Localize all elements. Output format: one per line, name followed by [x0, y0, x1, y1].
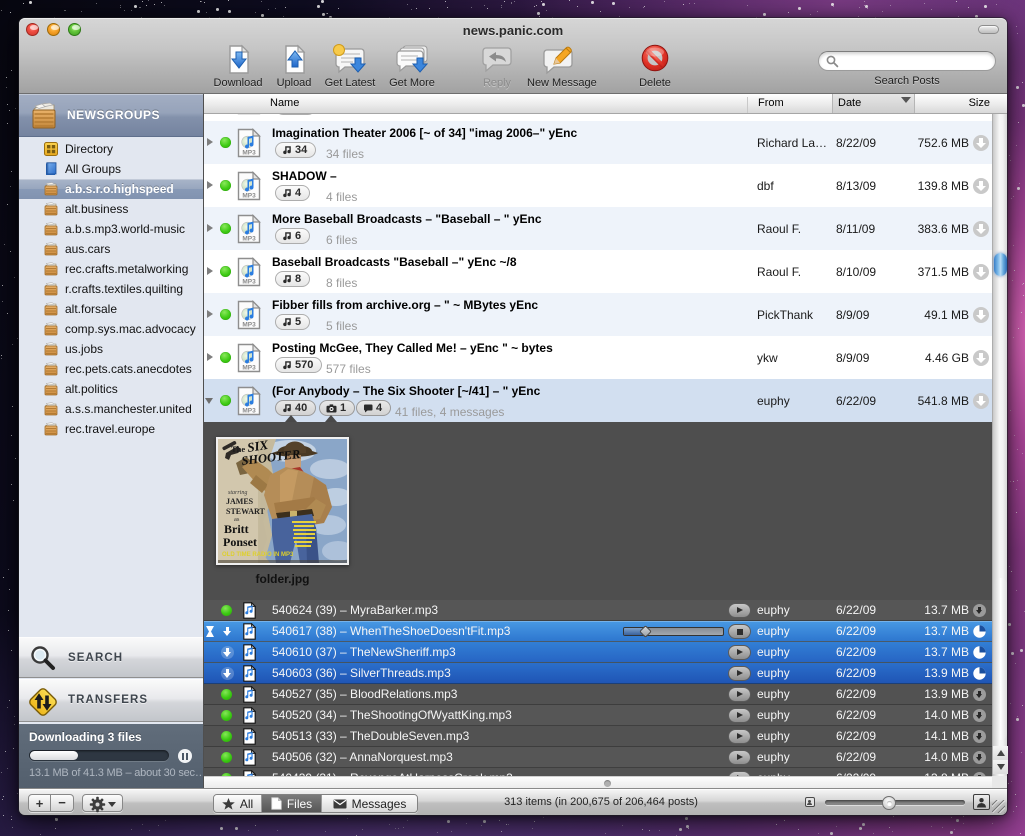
svg-text:The: The — [231, 444, 245, 454]
svg-text:STEWART: STEWART — [226, 507, 266, 516]
svg-text:MP3: MP3 — [242, 408, 256, 415]
svg-text:MP3: MP3 — [242, 150, 256, 157]
svg-text:OLD TIME RADIO IN MP3: OLD TIME RADIO IN MP3 — [222, 552, 294, 558]
svg-text:MP3: MP3 — [242, 322, 256, 329]
svg-text:starring: starring — [228, 490, 247, 496]
svg-text:Britt: Britt — [224, 522, 249, 536]
svg-text:MP3: MP3 — [242, 193, 256, 200]
svg-text:Ponset: Ponset — [223, 535, 257, 549]
svg-text:MP3: MP3 — [242, 279, 256, 286]
svg-text:MP3: MP3 — [242, 365, 256, 372]
svg-text:JAMES: JAMES — [226, 497, 254, 506]
svg-text:MP3: MP3 — [242, 236, 256, 243]
